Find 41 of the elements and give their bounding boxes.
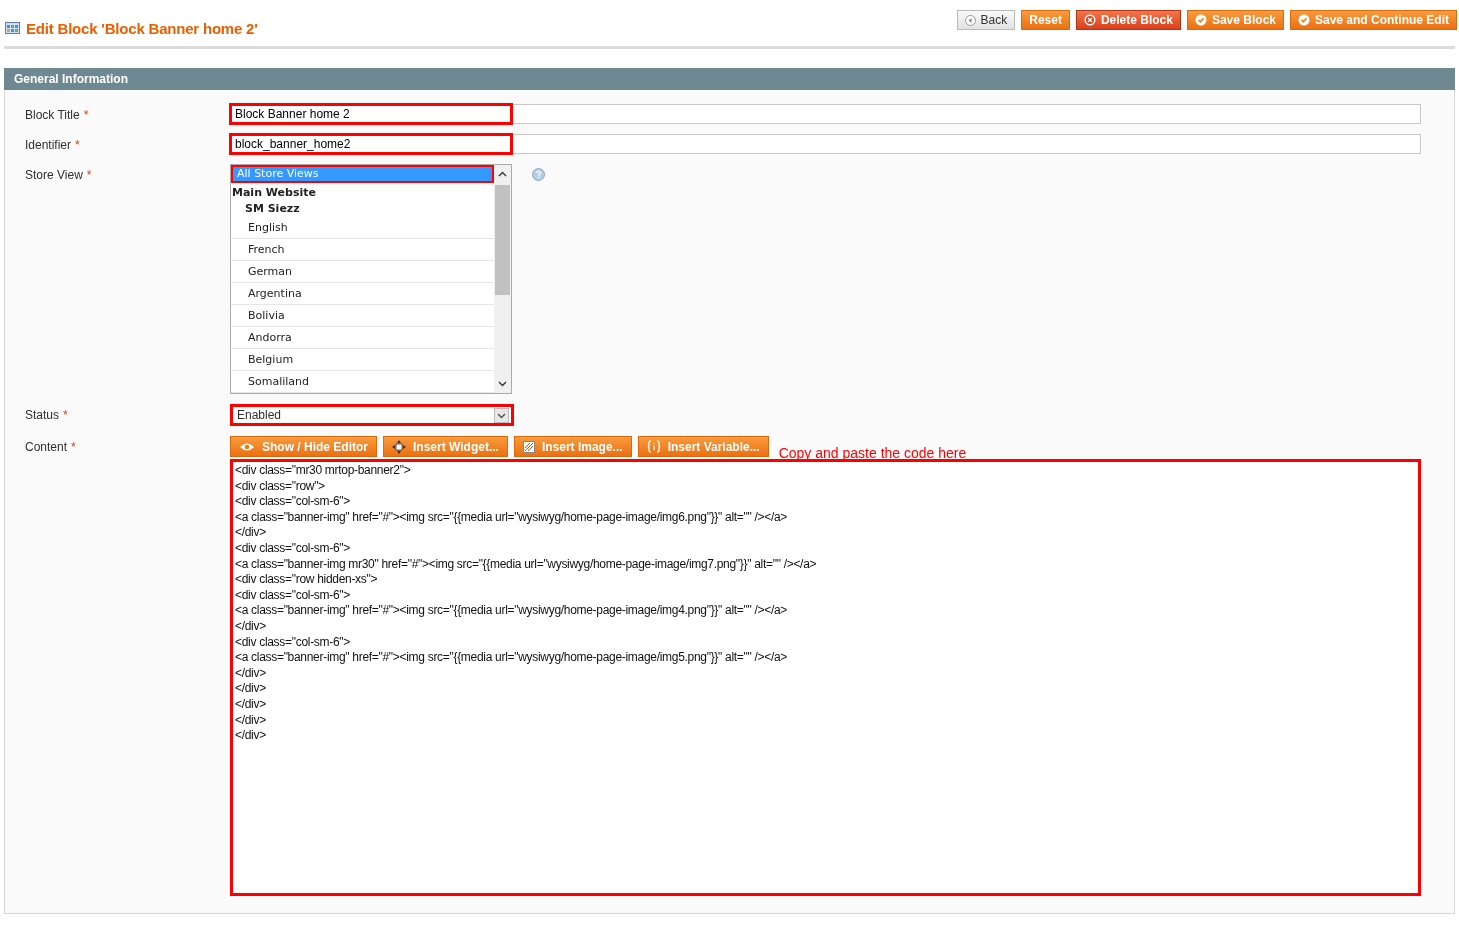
store-view-option[interactable]: Andorra [231, 327, 494, 349]
grid-icon [5, 22, 20, 34]
field-label: Status [25, 408, 60, 424]
store-view-option[interactable]: German [231, 261, 494, 283]
status-dropdown[interactable]: Enabled [230, 404, 514, 426]
required-asterisk: * [83, 108, 89, 124]
required-asterisk: * [71, 440, 76, 456]
scrollbar[interactable] [494, 165, 511, 393]
picture-icon [522, 440, 535, 453]
multi-select-list[interactable]: All Store Views Main Website SM Siezz English French German Argentina Bolivia Andorra Belgium Somaliland [230, 164, 512, 394]
check-icon [1194, 14, 1207, 26]
field-label: Block Title [25, 108, 80, 124]
help-icon[interactable] [532, 168, 545, 181]
check-icon [1298, 14, 1310, 26]
cross-icon [1083, 14, 1096, 26]
store-view-option[interactable]: Belgium [231, 349, 494, 371]
section-header: General Information [4, 68, 1455, 90]
field-label: Content [25, 440, 68, 456]
store-view-option[interactable]: Argentina [231, 283, 494, 305]
eye-icon [239, 441, 255, 452]
content-textarea[interactable]: <div class="mr30 mrtop-banner2"> <div class="row"> <div class="col-sm-6"> <a class="banner-img" href="#"><img src="{{media url="wysiwyg/home-page-image/img6.png"}}" alt="" /></a> </div> <div class="col-sm-6"> <a class="banner-img mr30" href="#"><img src="{{media url="wysiwyg/home-page-image/img7.png"}}" alt="" /></a> <div class="row hidden-xs"> <div class="col-sm-6"> <a class="banner-img" href="#"><img src="{{media url="wysiwyg/home-page-image/img4.png"}}" alt="" /></a> </div> <div class="col-sm-6"> <a class="banner-img" href="#"><img src="{{media url="wysiwyg/home-page-image/img5.png"}}" alt="" /></a> </div> </div> </div> </div> </div> [230, 459, 1421, 896]
page-title: Edit Block 'Block Banner home 2' [26, 19, 258, 37]
braces-icon [646, 440, 661, 453]
back-button[interactable]: Back [956, 10, 1016, 30]
store-view-option[interactable]: French [231, 239, 494, 261]
field-label: Identifier [25, 138, 72, 154]
down-caret-icon [498, 381, 507, 387]
move-arrows-icon [392, 439, 406, 454]
required-asterisk: * [63, 408, 68, 424]
text-field[interactable]: block_banner_home2 [229, 133, 513, 155]
store-view-option[interactable]: Bolivia [231, 305, 494, 327]
required-asterisk: * [75, 138, 80, 154]
store-view-option[interactable]: SM Siezz [231, 201, 494, 217]
store-view-option[interactable]: Somaliland [231, 371, 494, 393]
up-caret-icon [498, 171, 507, 177]
store-view-option[interactable]: English [231, 217, 494, 239]
delete-button[interactable]: Delete Block [1075, 10, 1181, 30]
required-asterisk: * [86, 168, 92, 184]
field-label: Store View [25, 168, 83, 184]
store-view-option[interactable]: Main Website [231, 185, 494, 201]
text-field[interactable]: Block Banner home 2 [229, 103, 513, 125]
